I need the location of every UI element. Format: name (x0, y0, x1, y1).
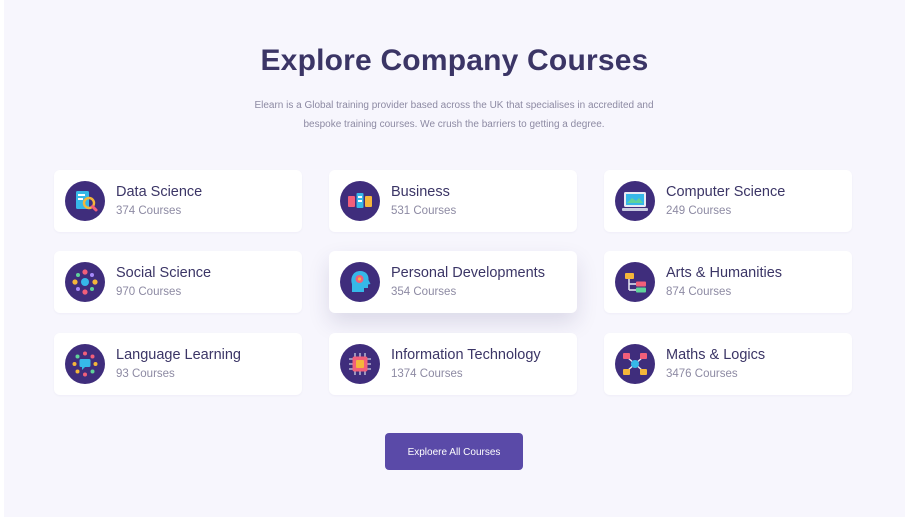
category-count: 249 Courses (666, 205, 732, 217)
category-name: Data Science (116, 184, 203, 200)
maths-icon (615, 344, 655, 384)
category-card-data-science[interactable]: Data Science 374 Courses (54, 170, 302, 232)
language-icon (65, 344, 105, 384)
category-card-maths-logics[interactable]: Maths & Logics 3476 Courses (604, 333, 852, 395)
category-count: 3476 Courses (666, 368, 738, 380)
category-card-business[interactable]: Business 531 Courses (329, 170, 577, 232)
section-title: Explore Company Courses (260, 44, 649, 77)
business-icon (340, 181, 380, 221)
category-name: Language Learning (116, 347, 241, 363)
category-count: 1374 Courses (391, 368, 463, 380)
category-name: Arts & Humanities (666, 265, 783, 281)
category-card-personal-developments[interactable]: Personal Developments 354 Courses (329, 251, 577, 313)
category-count: 374 Courses (116, 205, 182, 217)
category-count: 531 Courses (391, 205, 457, 217)
category-card-arts-humanities[interactable]: Arts & Humanities 874 Courses (604, 251, 852, 313)
category-count: 874 Courses (666, 286, 732, 298)
category-name: Computer Science (666, 184, 786, 200)
chip-icon (340, 344, 380, 384)
social-science-icon (65, 262, 105, 302)
category-name: Personal Developments (391, 265, 545, 281)
category-name: Business (391, 184, 450, 200)
category-name: Maths & Logics (666, 347, 766, 363)
category-count: 354 Courses (391, 286, 457, 298)
data-science-icon (65, 181, 105, 221)
personal-development-icon (340, 262, 380, 302)
category-card-computer-science[interactable]: Computer Science 249 Courses (604, 170, 852, 232)
category-name: Social Science (116, 265, 212, 281)
section-description: Elearn is a Global training provider bas… (224, 96, 684, 134)
category-card-information-technology[interactable]: Information Technology 1374 Courses (329, 333, 577, 395)
category-count: 93 Courses (116, 368, 175, 380)
arts-icon (615, 262, 655, 302)
description-line-2: bespoke training courses. We crush the b… (303, 119, 605, 130)
category-card-language-learning[interactable]: Language Learning 93 Courses (54, 333, 302, 395)
courses-section: Explore Company Courses Elearn is a Glob… (4, 0, 905, 517)
computer-icon (615, 181, 655, 221)
explore-all-courses-button[interactable]: Exploere All Courses (385, 433, 523, 470)
category-name: Information Technology (391, 347, 541, 363)
category-count: 970 Courses (116, 286, 182, 298)
description-line-1: Elearn is a Global training provider bas… (254, 100, 654, 111)
category-card-social-science[interactable]: Social Science 970 Courses (54, 251, 302, 313)
